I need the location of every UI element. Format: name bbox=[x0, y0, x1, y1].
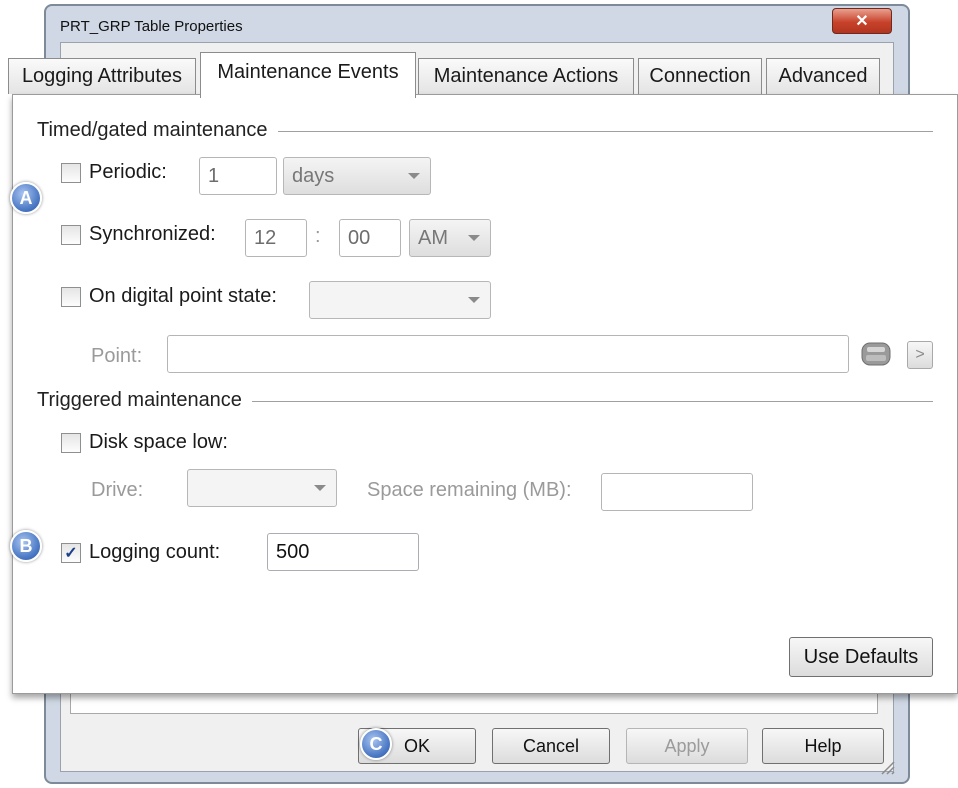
close-button[interactable]: ✕ bbox=[832, 8, 892, 34]
callout-b: B bbox=[10, 530, 42, 562]
disk-space-label: Disk space low: bbox=[89, 431, 228, 453]
sync-minute-input[interactable]: 00 bbox=[339, 219, 401, 257]
periodic-unit-select[interactable]: days bbox=[283, 157, 431, 195]
periodic-interval-input[interactable]: 1 bbox=[199, 157, 277, 195]
point-label: Point: bbox=[91, 345, 143, 367]
point-input[interactable] bbox=[167, 335, 849, 373]
disk-space-checkbox[interactable] bbox=[61, 433, 81, 453]
drive-select[interactable] bbox=[187, 469, 337, 507]
periodic-label: Periodic: bbox=[89, 161, 167, 183]
tab-advanced[interactable]: Advanced bbox=[766, 58, 880, 94]
time-separator: : bbox=[315, 225, 321, 247]
tab-connection[interactable]: Connection bbox=[638, 58, 762, 94]
synchronized-checkbox[interactable] bbox=[61, 225, 81, 245]
digital-state-checkbox[interactable] bbox=[61, 287, 81, 307]
drive-label: Drive: bbox=[91, 479, 144, 501]
space-remaining-input[interactable] bbox=[601, 473, 753, 511]
section-title-timed: Timed/gated maintenance bbox=[37, 119, 278, 142]
callout-c: C bbox=[360, 728, 392, 760]
apply-button[interactable]: Apply bbox=[626, 728, 748, 764]
chevron-down-icon bbox=[468, 297, 480, 303]
logging-count-input[interactable]: 500 bbox=[267, 533, 419, 571]
digital-state-select[interactable] bbox=[309, 281, 491, 319]
space-remaining-label: Space remaining (MB): bbox=[367, 479, 572, 501]
callout-a: A bbox=[10, 182, 42, 214]
logging-count-checkbox[interactable]: ✓ bbox=[61, 543, 81, 563]
synchronized-label: Synchronized: bbox=[89, 223, 216, 245]
tab-maintenance-events[interactable]: Maintenance Events bbox=[200, 52, 416, 98]
tab-logging-attributes[interactable]: Logging Attributes bbox=[8, 58, 196, 94]
periodic-checkbox[interactable] bbox=[61, 163, 81, 183]
periodic-unit-value: days bbox=[292, 164, 335, 187]
tag-browse-icon bbox=[861, 342, 891, 366]
window-title: PRT_GRP Table Properties bbox=[60, 18, 243, 35]
maintenance-events-page: Timed/gated maintenance Periodic: 1 days… bbox=[12, 94, 958, 694]
check-icon: ✓ bbox=[64, 545, 78, 562]
tag-browse-button[interactable] bbox=[859, 337, 893, 371]
point-more-button[interactable]: > bbox=[907, 341, 933, 369]
resize-grip-icon[interactable] bbox=[876, 756, 896, 776]
use-defaults-button[interactable]: Use Defaults bbox=[789, 637, 933, 677]
chevron-down-icon bbox=[408, 173, 420, 179]
chevron-down-icon bbox=[314, 485, 326, 491]
chevron-down-icon bbox=[468, 235, 480, 241]
digital-state-label: On digital point state: bbox=[89, 285, 277, 307]
section-title-triggered: Triggered maintenance bbox=[37, 389, 252, 412]
chevron-right-icon: > bbox=[915, 346, 925, 363]
cancel-button[interactable]: Cancel bbox=[492, 728, 610, 764]
help-button[interactable]: Help bbox=[762, 728, 884, 764]
tab-maintenance-actions[interactable]: Maintenance Actions bbox=[418, 58, 634, 94]
sync-ampm-select[interactable]: AM bbox=[409, 219, 491, 257]
sync-hour-input[interactable]: 12 bbox=[245, 219, 307, 257]
close-icon: ✕ bbox=[855, 13, 869, 30]
logging-count-label: Logging count: bbox=[89, 541, 221, 563]
sync-ampm-value: AM bbox=[418, 226, 448, 249]
